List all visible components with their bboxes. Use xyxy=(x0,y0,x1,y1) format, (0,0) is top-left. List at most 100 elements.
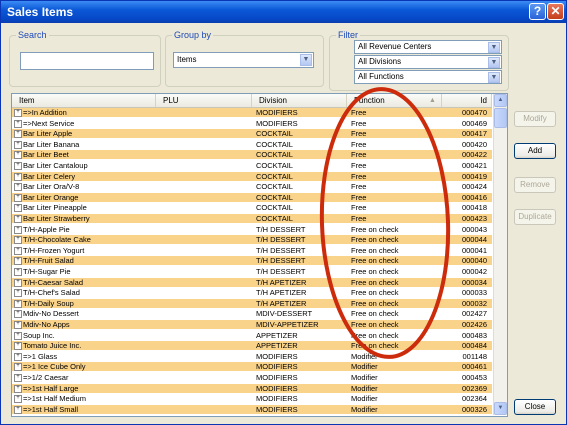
item-cell: =>1 Glass xyxy=(23,351,58,361)
table-row[interactable]: + Bar Liter Cantaloup COCKTAIL Free 000421 xyxy=(12,161,492,170)
expand-icon[interactable]: + xyxy=(14,204,22,213)
chevron-down-icon[interactable]: ▼ xyxy=(488,57,500,68)
table-row[interactable]: + Bar Liter Orange COCKTAIL Free 000416 xyxy=(12,192,492,202)
table-row[interactable]: + T/H-Fruit Salad T/H DESSERT Free on check… xyxy=(12,256,492,266)
expand-icon[interactable]: + xyxy=(14,109,22,117)
add-button[interactable]: Add xyxy=(514,143,556,159)
chevron-down-icon[interactable]: ▼ xyxy=(488,72,500,83)
column-header-id[interactable]: Id xyxy=(442,94,492,107)
expand-icon[interactable]: + xyxy=(14,395,22,404)
scroll-down-icon[interactable]: ▼ xyxy=(494,402,507,415)
expand-icon[interactable]: + xyxy=(14,215,22,223)
expand-icon[interactable]: + xyxy=(14,151,22,160)
expand-icon[interactable]: + xyxy=(14,299,22,308)
column-header-plu[interactable]: PLU xyxy=(156,94,252,107)
table-row[interactable]: + =>1/2 Caesar MODIFIERS Modifier 000453 xyxy=(12,373,492,382)
id-cell: 000034 xyxy=(461,277,487,287)
table-row[interactable]: + T/H-Sugar Pie T/H DESSERT Free on check 00… xyxy=(12,267,492,276)
expand-icon[interactable]: + xyxy=(14,162,22,170)
id-cell: 000469 xyxy=(461,118,487,128)
table-row[interactable]: + T/H-Daily Soup T/H APETIZER Free on check… xyxy=(12,298,492,308)
id-cell: 000326 xyxy=(461,404,487,414)
table-row[interactable]: + =>1st Half Medium MODIFIERS Modifier 00236… xyxy=(12,394,492,404)
table-row[interactable]: + Bar Liter Ora/V-8 COCKTAIL Free 000424 xyxy=(12,182,492,192)
division-cell: MODIFIERS xyxy=(256,373,298,382)
table-row[interactable]: + =>1st Half Small MODIFIERS Modifier 000326 xyxy=(12,404,492,414)
division-cell: COCKTAIL xyxy=(256,214,293,223)
table-row[interactable]: + =>Next Service MODIFIERS Free 000469 xyxy=(12,118,492,128)
table-row[interactable]: + Bar Liter Strawberry COCKTAIL Free 000423 xyxy=(12,214,492,223)
expand-icon[interactable]: + xyxy=(14,342,22,351)
expand-icon[interactable]: + xyxy=(14,278,22,287)
table-row[interactable]: + Bar Liter Banana COCKTAIL Free 000420 xyxy=(12,139,492,149)
expand-icon[interactable]: + xyxy=(14,183,22,192)
close-button[interactable]: Close xyxy=(514,399,556,415)
division-cell: COCKTAIL xyxy=(256,129,293,139)
table-row[interactable]: + Mdiv-No Dessert MDIV-DESSERT Free on chec… xyxy=(12,309,492,319)
expand-icon[interactable]: + xyxy=(14,246,22,255)
id-cell: 000484 xyxy=(461,341,487,351)
expand-icon[interactable]: + xyxy=(14,172,22,181)
division-cell: COCKTAIL xyxy=(256,203,293,213)
expand-icon[interactable]: + xyxy=(14,374,22,382)
table-row[interactable]: + =>1 Ice Cube Only MODIFIERS Modifier 00046… xyxy=(12,362,492,372)
table-row[interactable]: + T/H-Chef's Salad T/H APETIZER Free on che… xyxy=(12,288,492,298)
table-row[interactable]: + T/H-Apple Pie T/H DESSERT Free on check 00… xyxy=(12,224,492,234)
column-header-division[interactable]: Division xyxy=(252,94,347,107)
division-select[interactable]: All Divisions ▼ xyxy=(354,55,502,69)
table-row[interactable]: + T/H-Frozen Yogurt T/H DESSERT Free on che… xyxy=(12,245,492,255)
division-cell: COCKTAIL xyxy=(256,182,293,192)
column-header-item[interactable]: Item xyxy=(12,94,156,107)
expand-icon[interactable]: + xyxy=(14,331,22,340)
id-cell: 000423 xyxy=(461,214,487,223)
close-window-button[interactable]: ✕ xyxy=(547,3,564,20)
table-row[interactable]: + Soup Inc. APPETIZER Free on check 000483 xyxy=(12,330,492,340)
title-bar[interactable]: Sales Items ? ✕ xyxy=(1,1,566,23)
division-cell: T/H DESSERT xyxy=(256,224,306,234)
table-row[interactable]: + Bar Liter Apple COCKTAIL Free 000417 xyxy=(12,129,492,139)
search-input[interactable] xyxy=(20,52,154,70)
column-header-function[interactable]: Function ▲ xyxy=(347,94,442,107)
window-title: Sales Items xyxy=(7,5,74,19)
expand-icon[interactable]: + xyxy=(14,193,22,202)
remove-button[interactable]: Remove xyxy=(514,177,556,193)
expand-icon[interactable]: + xyxy=(14,130,22,139)
duplicate-button[interactable]: Duplicate xyxy=(514,209,556,225)
table-row[interactable]: + Bar Liter Pineapple COCKTAIL Free 000418 xyxy=(12,203,492,213)
table-row[interactable]: + Bar Liter Celery COCKTAIL Free 000419 xyxy=(12,171,492,181)
function-select[interactable]: All Functions ▼ xyxy=(354,70,502,84)
vertical-scrollbar[interactable]: ▲ ▼ xyxy=(493,94,507,415)
expand-icon[interactable]: + xyxy=(14,310,22,319)
sales-items-grid[interactable]: Item PLU Division Function ▲ Id + =>In Ad… xyxy=(11,93,508,417)
expand-icon[interactable]: + xyxy=(14,268,22,276)
expand-icon[interactable]: + xyxy=(14,384,22,393)
table-row[interactable]: + T/H-Caesar Salad T/H APETIZER Free on che… xyxy=(12,277,492,287)
expand-icon[interactable]: + xyxy=(14,140,22,149)
scroll-thumb[interactable] xyxy=(494,108,507,128)
group-by-select[interactable]: Items ▼ xyxy=(173,52,314,68)
expand-icon[interactable]: + xyxy=(14,405,22,414)
expand-icon[interactable]: + xyxy=(14,257,22,266)
expand-icon[interactable]: + xyxy=(14,225,22,234)
table-row[interactable]: + Bar Liter Beet COCKTAIL Free 000422 xyxy=(12,150,492,160)
expand-icon[interactable]: + xyxy=(14,363,22,372)
table-row[interactable]: + Tomato Juice Inc. APPETIZER Free on check… xyxy=(12,341,492,351)
expand-icon[interactable]: + xyxy=(14,236,22,245)
expand-icon[interactable]: + xyxy=(14,352,22,361)
table-row[interactable]: + =>1st Half Large MODIFIERS Modifier 002369 xyxy=(12,383,492,393)
expand-icon[interactable]: + xyxy=(14,119,22,128)
chevron-down-icon[interactable]: ▼ xyxy=(300,54,312,66)
table-row[interactable]: + Mdiv-No Apps MDIV-APPETIZER Free on check… xyxy=(12,320,492,329)
function-cell: Modifier xyxy=(351,404,378,414)
table-row[interactable]: + T/H-Chocolate Cake T/H DESSERT Free on ch… xyxy=(12,235,492,245)
scroll-up-icon[interactable]: ▲ xyxy=(494,94,507,107)
chevron-down-icon[interactable]: ▼ xyxy=(488,42,500,53)
revenue-center-select[interactable]: All Revenue Centers ▼ xyxy=(354,40,502,54)
table-row[interactable]: + =>1 Glass MODIFIERS Modifier 001148 xyxy=(12,351,492,361)
division-cell: MODIFIERS xyxy=(256,383,298,393)
help-button[interactable]: ? xyxy=(529,3,546,20)
expand-icon[interactable]: + xyxy=(14,321,22,329)
expand-icon[interactable]: + xyxy=(14,289,22,298)
modify-button[interactable]: Modify xyxy=(514,111,556,127)
table-row[interactable]: + =>In Addition MODIFIERS Free 000470 xyxy=(12,108,492,117)
